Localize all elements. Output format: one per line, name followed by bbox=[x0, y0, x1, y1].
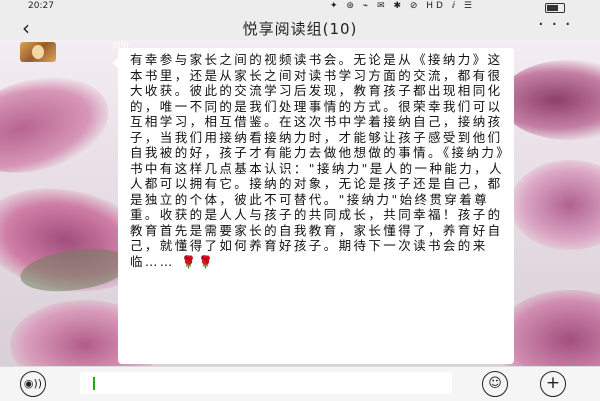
flower-petal bbox=[510, 160, 600, 250]
message-bubble[interactable]: 有幸参与家长之间的视频读书会。无论是从《接纳力》这本书里，还是从家长之间对读书学… bbox=[112, 48, 514, 364]
flower-petal bbox=[0, 62, 120, 188]
emoji-icon[interactable]: ☺ bbox=[482, 371, 508, 397]
message-body: 有幸参与家长之间的视频读书会。无论是从《接纳力》这本书里，还是从家长之间对读书学… bbox=[130, 52, 505, 269]
chat-title: 悦享阅读组(10) bbox=[242, 20, 358, 38]
title-bar: ‹ 悦享阅读组(10) · · · bbox=[0, 14, 600, 40]
rose-emoji: 🌹🌹 bbox=[181, 254, 216, 269]
status-icons: ✦ ⊛ ⌁ ✉ ✱ ⊘ HD ⅈ ☰ bbox=[330, 1, 475, 11]
flower-petal bbox=[500, 60, 600, 140]
message-text: 有幸参与家长之间的视频读书会。无论是从《接纳力》这本书里，还是从家长之间对读书学… bbox=[130, 52, 506, 270]
status-time: 20:27 bbox=[28, 1, 54, 11]
status-bar: 20:27 ✦ ⊛ ⌁ ✉ ✱ ⊘ HD ⅈ ☰ bbox=[0, 0, 600, 14]
avatar[interactable] bbox=[20, 42, 56, 62]
text-cursor bbox=[93, 377, 95, 390]
message-input[interactable] bbox=[80, 372, 452, 394]
input-bar: ◉)) ☺ + bbox=[0, 366, 600, 401]
plus-icon[interactable]: + bbox=[540, 371, 566, 397]
voice-icon[interactable]: ◉)) bbox=[20, 371, 46, 397]
battery-icon bbox=[545, 3, 565, 13]
more-options-button[interactable]: · · · bbox=[538, 14, 572, 35]
